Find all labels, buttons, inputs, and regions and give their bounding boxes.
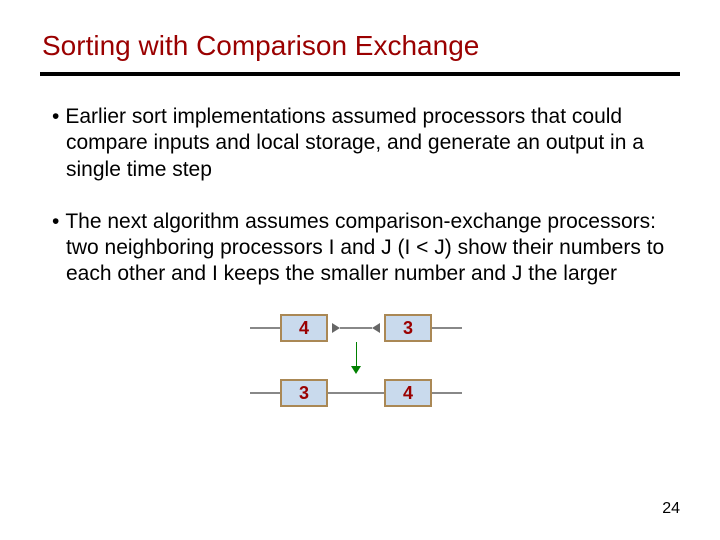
bullet-text: Earlier sort implementations assumed pro…	[65, 105, 644, 181]
exchange-diagram: 4 3 3 4	[250, 314, 470, 424]
wire	[432, 392, 462, 394]
cell-bottom-left: 3	[280, 379, 328, 407]
bullet-text: The next algorithm assumes comparison-ex…	[65, 210, 664, 286]
arrow-left-icon	[372, 323, 380, 333]
arrow-down-icon	[351, 366, 361, 374]
wire	[250, 327, 280, 329]
arrow-right-icon	[332, 323, 340, 333]
wire	[340, 327, 372, 329]
vertical-wire	[356, 342, 357, 366]
bullet-item: •Earlier sort implementations assumed pr…	[52, 104, 680, 183]
wire	[432, 327, 462, 329]
wire	[328, 392, 384, 394]
slide-title: Sorting with Comparison Exchange	[42, 30, 680, 62]
bullet-list: •Earlier sort implementations assumed pr…	[40, 104, 680, 288]
cell-bottom-right: 4	[384, 379, 432, 407]
bullet-dot: •	[52, 210, 65, 233]
wire	[250, 392, 280, 394]
title-underline	[40, 72, 680, 76]
cell-top-left: 4	[280, 314, 328, 342]
slide: Sorting with Comparison Exchange •Earlie…	[0, 0, 720, 540]
page-number: 24	[662, 500, 680, 518]
bullet-item: •The next algorithm assumes comparison-e…	[52, 209, 680, 288]
bullet-dot: •	[52, 105, 65, 128]
cell-top-right: 3	[384, 314, 432, 342]
